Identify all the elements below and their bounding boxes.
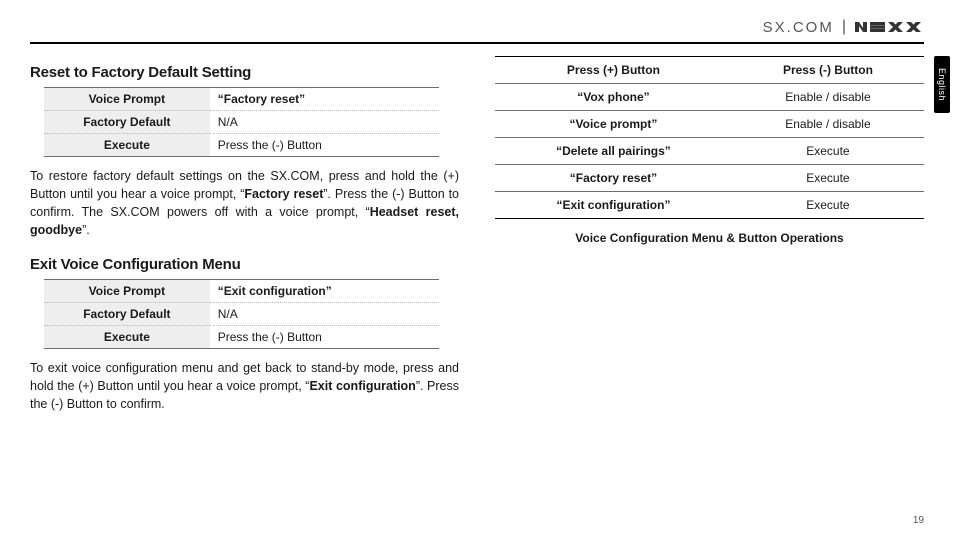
cell-val: “Factory reset”	[210, 88, 439, 111]
cell-val: Press the (-) Button	[210, 325, 439, 348]
cell-val: N/A	[210, 111, 439, 134]
cell-action: Execute	[732, 165, 924, 192]
table-row: “Vox phone” Enable / disable	[495, 84, 924, 111]
cell-prompt: “Exit configuration”	[495, 192, 732, 219]
table-row: Execute Press the (-) Button	[44, 134, 439, 157]
table-row: “Factory reset” Execute	[495, 165, 924, 192]
right-column: Press (+) Button Press (-) Button “Vox p…	[495, 56, 924, 429]
brand-separator: |	[842, 18, 846, 36]
cell-action: Enable / disable	[732, 84, 924, 111]
nexx-logo-icon	[854, 19, 924, 35]
cell-prompt: “Factory reset”	[495, 165, 732, 192]
cell-action: Enable / disable	[732, 111, 924, 138]
cell-key: Voice Prompt	[44, 88, 210, 111]
cell-action: Execute	[732, 192, 924, 219]
col-header-minus: Press (-) Button	[732, 57, 924, 84]
content-columns: Reset to Factory Default Setting Voice P…	[30, 56, 924, 429]
cell-key: Voice Prompt	[44, 279, 210, 302]
table-row: Voice Prompt “Exit configuration”	[44, 279, 439, 302]
table-caption: Voice Configuration Menu & Button Operat…	[495, 231, 924, 245]
cell-val: Press the (-) Button	[210, 134, 439, 157]
cell-key: Factory Default	[44, 302, 210, 325]
factory-reset-paragraph: To restore factory default settings on t…	[30, 167, 459, 240]
cell-val: N/A	[210, 302, 439, 325]
cell-prompt: “Voice prompt”	[495, 111, 732, 138]
cell-val: “Exit configuration”	[210, 279, 439, 302]
header-bar: SX.COM |	[30, 18, 924, 44]
table-row: Factory Default N/A	[44, 111, 439, 134]
col-header-plus: Press (+) Button	[495, 57, 732, 84]
table-row: “Delete all pairings” Execute	[495, 138, 924, 165]
table-row: Factory Default N/A	[44, 302, 439, 325]
cell-key: Execute	[44, 325, 210, 348]
cell-action: Execute	[732, 138, 924, 165]
left-column: Reset to Factory Default Setting Voice P…	[30, 56, 459, 429]
language-tab: English	[934, 56, 950, 113]
cell-key: Execute	[44, 134, 210, 157]
brand-text: SX.COM	[763, 19, 834, 36]
table-row: Voice Prompt “Factory reset”	[44, 88, 439, 111]
section-heading-factory-reset: Reset to Factory Default Setting	[30, 64, 459, 81]
section-heading-exit-config: Exit Voice Configuration Menu	[30, 256, 459, 273]
cell-prompt: “Vox phone”	[495, 84, 732, 111]
exit-config-paragraph: To exit voice configuration menu and get…	[30, 359, 459, 413]
table-header-row: Press (+) Button Press (-) Button	[495, 57, 924, 84]
button-operations-table: Press (+) Button Press (-) Button “Vox p…	[495, 56, 924, 219]
exit-config-table: Voice Prompt “Exit configuration” Factor…	[44, 279, 439, 349]
page: SX.COM | English Reset to Factory Defaul…	[0, 0, 954, 536]
table-row: “Exit configuration” Execute	[495, 192, 924, 219]
cell-key: Factory Default	[44, 111, 210, 134]
factory-reset-table: Voice Prompt “Factory reset” Factory Def…	[44, 87, 439, 157]
table-row: “Voice prompt” Enable / disable	[495, 111, 924, 138]
table-row: Execute Press the (-) Button	[44, 325, 439, 348]
cell-prompt: “Delete all pairings”	[495, 138, 732, 165]
page-number: 19	[913, 515, 924, 526]
